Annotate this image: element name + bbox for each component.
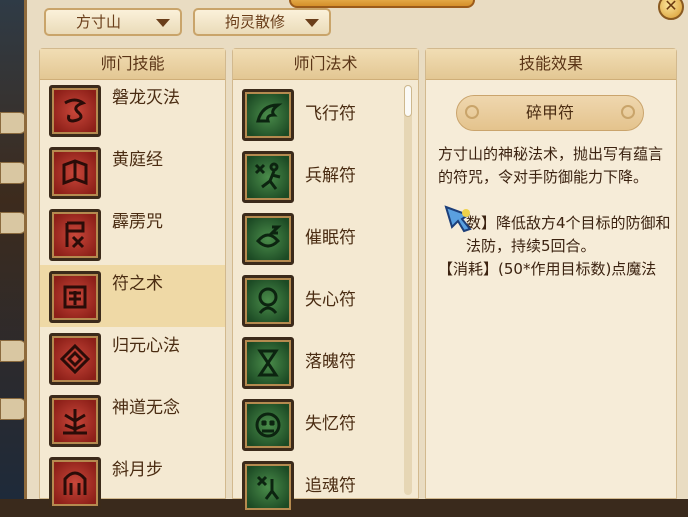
skill-label: 斜月步 (112, 460, 163, 480)
running-figure-icon (242, 151, 294, 203)
spell-label: 落魄符 (305, 352, 356, 372)
moon-step-icon (49, 457, 101, 509)
skill-row-panlong[interactable]: 磐龙灭法 (40, 79, 225, 141)
talisman-rune-icon (49, 271, 101, 323)
close-icon: ✕ (664, 0, 678, 15)
thunder-rune-icon (49, 209, 101, 261)
school-skills-header: 师门技能 (40, 49, 225, 80)
side-tab[interactable] (0, 340, 26, 362)
scroll-book-icon (49, 147, 101, 199)
skills-window: ✕ 方寸山 拘灵散修 师门技能 磐龙灭法 黄庭经 霹雳咒 符之术 归元心法 神道… (24, 0, 688, 513)
school-dropdown-value: 方寸山 (76, 13, 122, 31)
mask-face-icon (242, 275, 294, 327)
school-dropdown[interactable]: 方寸山 (44, 8, 182, 36)
skill-row-pili[interactable]: 霹雳咒 (40, 203, 225, 265)
chasing-figure-icon (242, 461, 294, 513)
close-button[interactable]: ✕ (658, 0, 684, 20)
chevron-down-icon (156, 19, 170, 27)
side-tab[interactable] (0, 112, 26, 134)
skill-label: 霹雳咒 (112, 212, 163, 232)
skill-effect-panel: 技能效果 碎甲符 方寸山的神秘法术，抛出写有蕴言的符咒，令对手防御能力下降。 数… (425, 48, 677, 499)
spell-row-shixin[interactable]: 失心符 (233, 269, 418, 331)
spell-label: 兵解符 (305, 166, 356, 186)
spell-row-zhuihun[interactable]: 追魂符 (233, 455, 418, 517)
chevron-down-icon (305, 19, 319, 27)
dragon-rune-icon (49, 85, 101, 137)
school-skills-panel: 师门技能 磐龙灭法 黄庭经 霹雳咒 符之术 归元心法 神道无念 斜月步 (39, 48, 226, 509)
skill-label: 符之术 (112, 274, 163, 294)
spell-row-cuimian[interactable]: 催眠符 (233, 207, 418, 269)
circle-rune-icon (49, 333, 101, 385)
skill-label: 磐龙灭法 (112, 88, 180, 108)
spell-row-luopo[interactable]: 落魄符 (233, 331, 418, 393)
cloud-ornament-icon (621, 105, 635, 119)
skill-label: 神道无念 (112, 398, 180, 418)
spell-row-shiyi[interactable]: 失忆符 (233, 393, 418, 455)
spell-label: 失忆符 (305, 414, 356, 434)
spells-scrollbar[interactable] (404, 85, 412, 495)
effect-skill-name: 碎甲符 (456, 95, 644, 131)
effect-result: 数】降低敌方4个目标的防御和法防，持续5回合。 (466, 214, 671, 255)
wing-talisman-icon (242, 89, 294, 141)
school-spells-panel: 师门法术 飞行符 兵解符 催眠符 失心符 落魄符 失忆符 追魂符 (232, 48, 419, 513)
side-tab[interactable] (0, 162, 26, 184)
spell-row-feixing[interactable]: 飞行符 (233, 83, 418, 145)
cloud-ornament-icon (465, 105, 479, 119)
skill-effect-header: 技能效果 (426, 49, 676, 80)
skill-row-xieyue[interactable]: 斜月步 (40, 451, 225, 513)
effect-cost: 【消耗】(50*作用目标数)点魔法 (438, 260, 657, 278)
skill-row-fuzhishu[interactable]: 符之术 (40, 265, 225, 327)
school-spells-header: 师门法术 (233, 49, 418, 80)
side-tab[interactable] (0, 212, 26, 234)
skill-row-shendao[interactable]: 神道无念 (40, 389, 225, 451)
skill-row-huangting[interactable]: 黄庭经 (40, 141, 225, 203)
effect-skill-name-text: 碎甲符 (525, 103, 574, 122)
side-tab[interactable] (0, 398, 26, 420)
spell-label: 失心符 (305, 290, 356, 310)
skill-label: 黄庭经 (112, 150, 163, 170)
skill-row-guiyuan[interactable]: 归元心法 (40, 327, 225, 389)
spell-label: 追魂符 (305, 476, 356, 496)
window-title-tab (289, 0, 475, 8)
hourglass-figure-icon (242, 337, 294, 389)
mode-dropdown-value: 拘灵散修 (225, 13, 286, 31)
scroll-thumb[interactable] (404, 85, 412, 117)
skill-label: 归元心法 (112, 336, 180, 356)
mode-dropdown[interactable]: 拘灵散修 (193, 8, 331, 36)
mouse-cursor-icon (444, 205, 472, 233)
effect-description: 方寸山的神秘法术，抛出写有蕴言的符咒，令对手防御能力下降。 (438, 145, 664, 186)
forgetting-face-icon (242, 399, 294, 451)
tree-rune-icon (49, 395, 101, 447)
sleep-talisman-icon (242, 213, 294, 265)
spell-row-bingjie[interactable]: 兵解符 (233, 145, 418, 207)
spell-label: 飞行符 (305, 104, 356, 124)
spell-label: 催眠符 (305, 228, 356, 248)
